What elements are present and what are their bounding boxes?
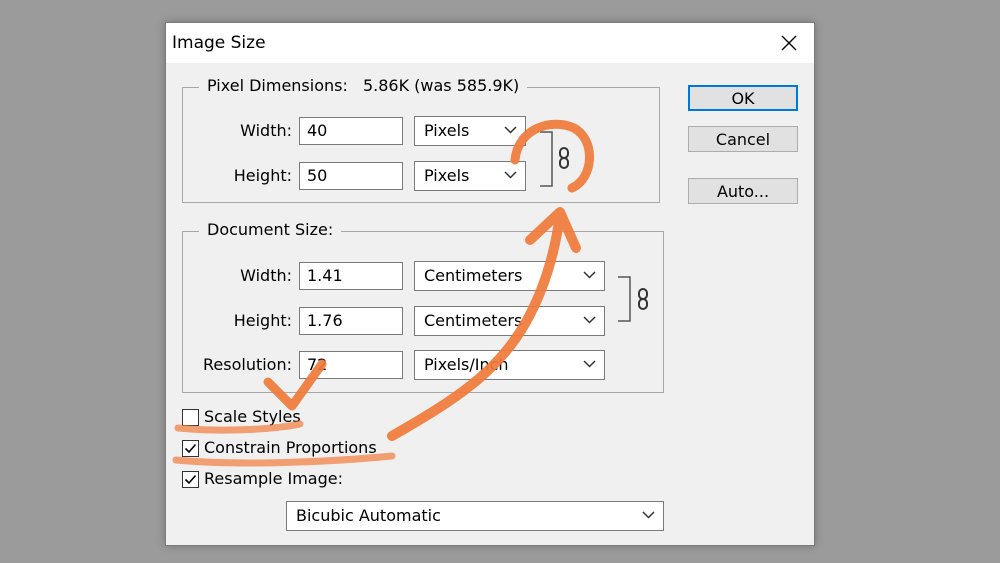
pixel-height-unit-value: Pixels bbox=[424, 166, 470, 185]
chevron-down-icon bbox=[583, 316, 596, 324]
pixel-width-input[interactable]: 40 bbox=[299, 117, 403, 145]
checkmark-icon bbox=[184, 443, 197, 454]
doc-width-unit-select[interactable]: Centimeters bbox=[414, 261, 605, 291]
pixel-width-label: Width: bbox=[240, 121, 292, 140]
chevron-down-icon bbox=[583, 360, 596, 368]
ok-button[interactable]: OK bbox=[688, 85, 798, 111]
resolution-input[interactable]: 72 bbox=[299, 351, 403, 379]
pixel-height-unit-select[interactable]: Pixels bbox=[414, 161, 526, 191]
resample-method-select[interactable]: Bicubic Automatic bbox=[286, 501, 664, 531]
pixel-width-unit-value: Pixels bbox=[424, 121, 470, 140]
doc-height-unit-value: Centimeters bbox=[424, 311, 523, 330]
pixel-link-bracket bbox=[540, 131, 553, 187]
resolution-label: Resolution: bbox=[203, 355, 292, 374]
doc-width-input[interactable]: 1.41 bbox=[299, 262, 403, 290]
pixel-dimensions-size: 5.86K (was 585.9K) bbox=[362, 76, 520, 95]
doc-width-label: Width: bbox=[240, 266, 292, 285]
pixel-width-unit-select[interactable]: Pixels bbox=[414, 116, 526, 146]
chain-link-icon[interactable] bbox=[558, 146, 570, 170]
image-size-dialog: Image Size Pixel Dimensions: 5.86K (was … bbox=[165, 22, 815, 546]
cancel-button[interactable]: Cancel bbox=[688, 126, 798, 152]
auto-button[interactable]: Auto... bbox=[688, 178, 798, 204]
doc-height-input[interactable]: 1.76 bbox=[299, 307, 403, 335]
pixel-height-label: Height: bbox=[233, 166, 292, 185]
resolution-unit-value: Pixels/Inch bbox=[424, 355, 509, 374]
close-button[interactable] bbox=[772, 27, 806, 59]
doc-width-unit-value: Centimeters bbox=[424, 266, 523, 285]
resolution-unit-select[interactable]: Pixels/Inch bbox=[414, 350, 605, 380]
pixel-dimensions-legend: Pixel Dimensions: 5.86K (was 585.9K) bbox=[199, 76, 528, 95]
dialog-title: Image Size bbox=[172, 33, 266, 53]
title-bar[interactable]: Image Size bbox=[166, 23, 814, 63]
chevron-down-icon bbox=[583, 271, 596, 279]
doc-height-unit-select[interactable]: Centimeters bbox=[414, 306, 605, 336]
resample-image-label[interactable]: Resample Image: bbox=[204, 469, 343, 488]
document-size-legend: Document Size: bbox=[199, 220, 342, 239]
close-icon bbox=[781, 35, 797, 51]
chain-link-icon[interactable] bbox=[637, 287, 649, 311]
constrain-proportions-label[interactable]: Constrain Proportions bbox=[204, 438, 377, 457]
chevron-down-icon bbox=[642, 511, 655, 519]
chevron-down-icon bbox=[504, 126, 517, 134]
scale-styles-checkbox[interactable] bbox=[182, 409, 199, 426]
resample-method-value: Bicubic Automatic bbox=[296, 506, 441, 525]
constrain-proportions-checkbox[interactable] bbox=[182, 440, 199, 457]
pixel-dimensions-label: Pixel Dimensions: bbox=[207, 76, 348, 95]
doc-link-bracket bbox=[618, 276, 631, 322]
resample-image-checkbox[interactable] bbox=[182, 471, 199, 488]
checkmark-icon bbox=[184, 474, 197, 485]
doc-height-label: Height: bbox=[233, 311, 292, 330]
pixel-height-input[interactable]: 50 bbox=[299, 162, 403, 190]
scale-styles-label[interactable]: Scale Styles bbox=[204, 407, 301, 426]
chevron-down-icon bbox=[504, 171, 517, 179]
